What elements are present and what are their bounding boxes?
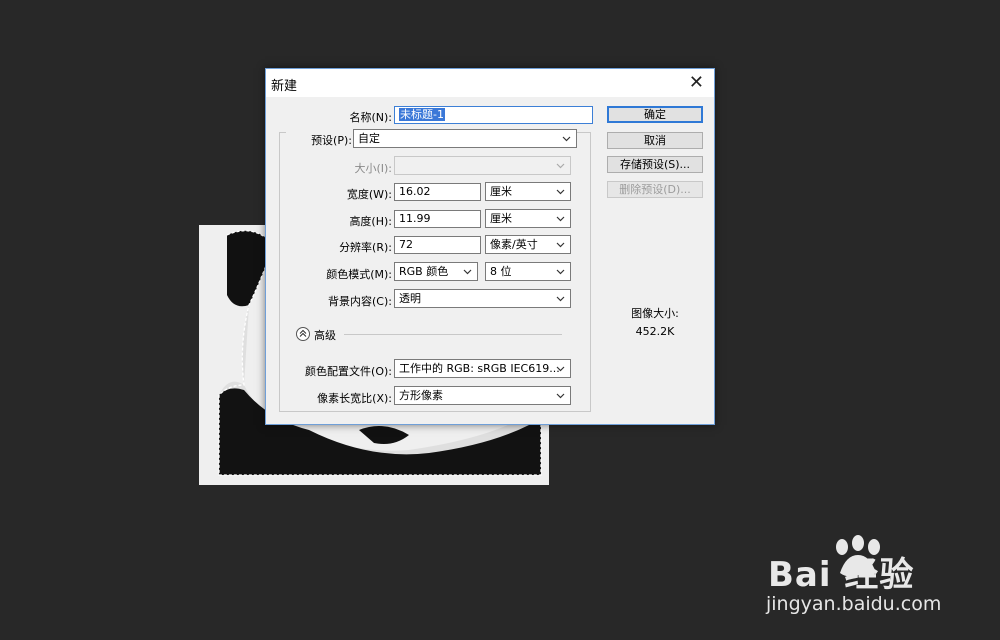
width-unit-select[interactable]: 厘米 <box>485 182 571 201</box>
background-contents-value: 透明 <box>399 292 421 305</box>
chevron-down-icon <box>556 161 565 170</box>
resolution-unit-value: 像素/英寸 <box>490 238 538 251</box>
width-unit-value: 厘米 <box>490 185 512 198</box>
color-profile-label: 颜色配置文件(O): <box>305 365 392 378</box>
watermark-brand: Bai 经验 <box>768 555 915 595</box>
chevron-down-icon <box>556 267 565 276</box>
image-size-value: 452.2K <box>635 325 675 338</box>
watermark-url: jingyan.baidu.com <box>766 593 942 615</box>
color-mode-label: 颜色模式(M): <box>326 268 392 281</box>
color-mode-select[interactable]: RGB 颜色 <box>394 262 478 281</box>
chevron-down-icon <box>556 364 565 373</box>
advanced-label[interactable]: 高级 <box>314 327 340 343</box>
advanced-divider <box>344 334 562 335</box>
pixel-aspect-select[interactable]: 方形像素 <box>394 386 571 405</box>
preset-select-value: 自定 <box>358 132 380 145</box>
image-size-label: 图像大小: <box>631 307 679 320</box>
color-mode-value: RGB 颜色 <box>399 265 449 278</box>
delete-preset-button: 删除预设(D)... <box>607 181 703 198</box>
chevron-down-icon <box>562 134 571 143</box>
new-document-dialog: 新建 ✕ 名称(N): 未标题-1 预设(P): 自定 大小(I): 宽度(W)… <box>265 68 715 425</box>
width-input[interactable]: 16.02 <box>394 183 481 201</box>
pixel-aspect-value: 方形像素 <box>399 389 443 402</box>
cancel-button[interactable]: 取消 <box>607 132 703 149</box>
size-select <box>394 156 571 175</box>
color-profile-select[interactable]: 工作中的 RGB: sRGB IEC619... <box>394 359 571 378</box>
resolution-unit-select[interactable]: 像素/英寸 <box>485 235 571 254</box>
chevron-down-icon <box>463 267 472 276</box>
chevron-down-icon <box>556 294 565 303</box>
height-unit-value: 厘米 <box>490 212 512 225</box>
bit-depth-value: 8 位 <box>490 265 512 278</box>
height-input[interactable]: 11.99 <box>394 210 481 228</box>
chevron-down-icon <box>556 214 565 223</box>
pixel-aspect-label: 像素长宽比(X): <box>317 392 392 405</box>
dialog-title: 新建 <box>271 79 298 94</box>
height-unit-select[interactable]: 厘米 <box>485 209 571 228</box>
advanced-toggle-icon[interactable] <box>296 327 310 341</box>
ok-button[interactable]: 确定 <box>607 106 703 123</box>
resolution-label: 分辨率(R): <box>339 241 392 254</box>
name-label: 名称(N): <box>349 111 392 124</box>
baidu-watermark: Bai 经验 jingyan.baidu.com <box>760 535 990 625</box>
dialog-titlebar: 新建 ✕ <box>266 69 714 97</box>
resolution-input[interactable]: 72 <box>394 236 481 254</box>
width-label: 宽度(W): <box>346 188 392 201</box>
background-contents-select[interactable]: 透明 <box>394 289 571 308</box>
close-icon[interactable]: ✕ <box>689 72 704 93</box>
save-preset-button[interactable]: 存储预设(S)... <box>607 156 703 173</box>
preset-select[interactable]: 自定 <box>353 129 577 148</box>
chevron-down-icon <box>556 187 565 196</box>
bit-depth-select[interactable]: 8 位 <box>485 262 571 281</box>
preset-label: 预设(P): <box>286 132 354 148</box>
background-contents-label: 背景内容(C): <box>328 295 392 308</box>
chevron-down-icon <box>556 391 565 400</box>
color-profile-value: 工作中的 RGB: sRGB IEC619... <box>399 362 560 375</box>
name-input[interactable]: 未标题-1 <box>394 106 593 124</box>
name-input-value: 未标题-1 <box>399 108 445 121</box>
chevron-down-icon <box>556 240 565 249</box>
size-label: 大小(I): <box>354 162 392 175</box>
height-label: 高度(H): <box>349 215 392 228</box>
